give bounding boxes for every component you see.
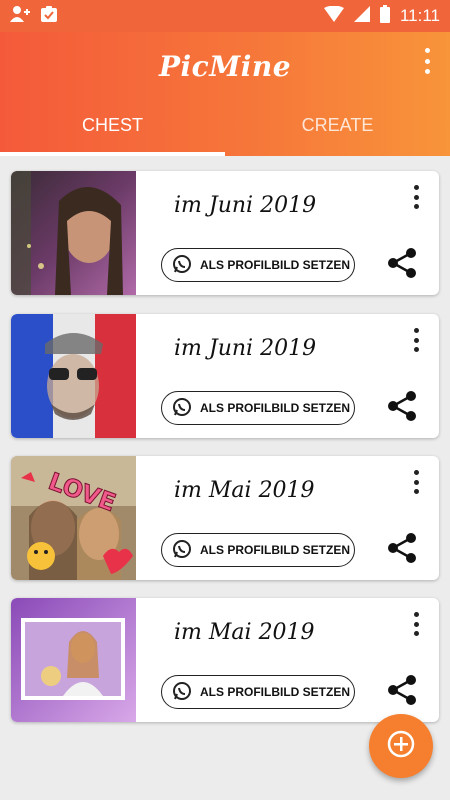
list-item[interactable]: LOVE im Mai 2019 ALS PROFILBILD SETZEN xyxy=(11,456,439,580)
set-profile-picture-button[interactable]: ALS PROFILBILD SETZEN xyxy=(161,248,355,282)
clipboard-check-icon xyxy=(40,5,58,28)
status-time: 11:11 xyxy=(399,6,440,25)
list-item[interactable]: im Juni 2019 ALS PROFILBILD SETZEN xyxy=(11,171,439,295)
set-profile-picture-label: ALS PROFILBILD SETZEN xyxy=(200,401,350,415)
tab-indicator xyxy=(0,152,225,156)
more-options-icon[interactable] xyxy=(411,328,421,352)
signal-icon xyxy=(353,5,370,27)
more-options-icon[interactable] xyxy=(411,185,421,209)
tab-bar: CHEST CREATE xyxy=(0,108,450,156)
card-date: im Mai 2019 xyxy=(174,478,315,503)
photo-thumbnail[interactable] xyxy=(11,314,136,438)
status-bar: 11:11 xyxy=(0,0,450,32)
wifi-icon xyxy=(323,5,344,27)
add-contact-icon xyxy=(10,5,30,28)
set-profile-picture-button[interactable]: ALS PROFILBILD SETZEN xyxy=(161,533,355,567)
list-item[interactable]: im Mai 2019 ALS PROFILBILD SETZEN xyxy=(11,598,439,722)
card-date: im Mai 2019 xyxy=(174,620,315,645)
list-item[interactable]: im Juni 2019 ALS PROFILBILD SETZEN xyxy=(11,314,439,438)
share-icon[interactable] xyxy=(387,674,417,711)
whatsapp-icon xyxy=(172,254,192,277)
card-date: im Juni 2019 xyxy=(174,193,317,218)
whatsapp-icon xyxy=(172,397,192,420)
card-date: im Juni 2019 xyxy=(174,336,317,361)
whatsapp-icon xyxy=(172,681,192,704)
overflow-menu-icon[interactable] xyxy=(420,48,434,74)
more-options-icon[interactable] xyxy=(411,470,421,494)
tab-create[interactable]: CREATE xyxy=(225,108,450,156)
add-fab-button[interactable] xyxy=(369,714,433,778)
set-profile-picture-button[interactable]: ALS PROFILBILD SETZEN xyxy=(161,675,355,709)
app-title: PicMine xyxy=(158,50,292,83)
set-profile-picture-button[interactable]: ALS PROFILBILD SETZEN xyxy=(161,391,355,425)
battery-icon xyxy=(379,4,390,28)
set-profile-picture-label: ALS PROFILBILD SETZEN xyxy=(200,685,350,699)
app-bar: PicMine CHEST CREATE xyxy=(0,32,450,156)
tab-chest[interactable]: CHEST xyxy=(0,108,225,156)
share-icon[interactable] xyxy=(387,390,417,427)
share-icon[interactable] xyxy=(387,247,417,284)
photo-thumbnail[interactable] xyxy=(11,171,136,295)
set-profile-picture-label: ALS PROFILBILD SETZEN xyxy=(200,258,350,272)
photo-thumbnail[interactable]: LOVE xyxy=(11,456,136,580)
set-profile-picture-label: ALS PROFILBILD SETZEN xyxy=(200,543,350,557)
more-options-icon[interactable] xyxy=(411,612,421,636)
tab-create-label: CREATE xyxy=(301,115,374,135)
add-circle-icon xyxy=(386,729,416,764)
photo-thumbnail[interactable] xyxy=(11,598,136,722)
tab-chest-label: CHEST xyxy=(81,115,143,135)
share-icon[interactable] xyxy=(387,532,417,569)
whatsapp-icon xyxy=(172,539,192,562)
